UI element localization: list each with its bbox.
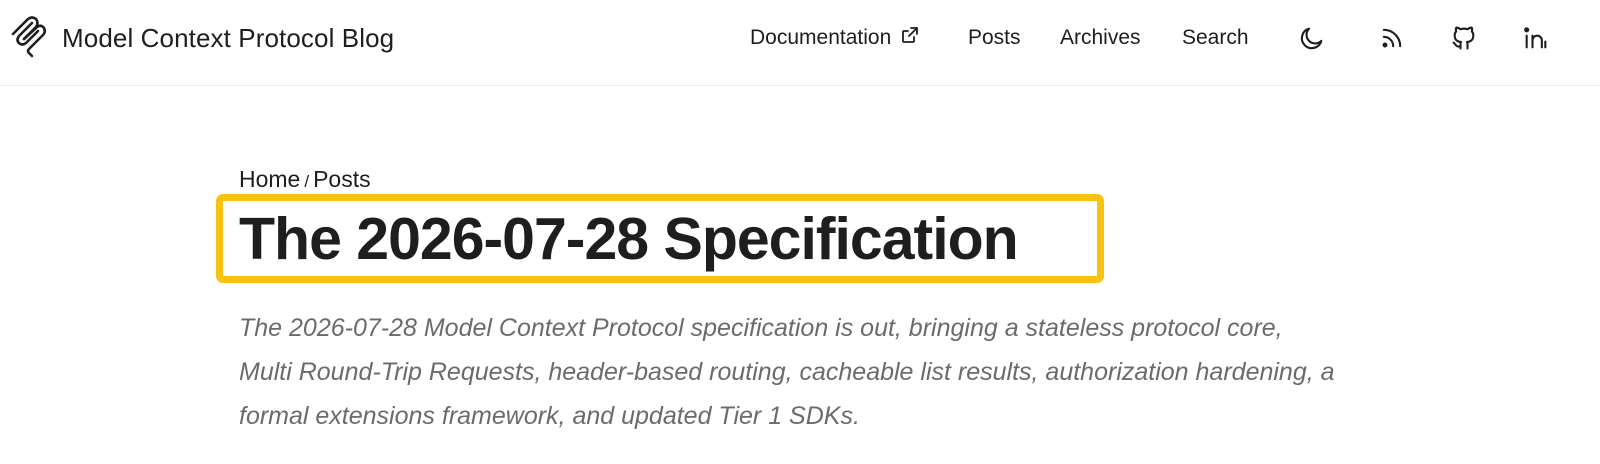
moon-icon	[1300, 27, 1323, 50]
post-description: The 2026-07-28 Model Context Protocol sp…	[239, 314, 1335, 430]
rss-icon	[1382, 28, 1402, 48]
nav-documentation-label: Documentation	[750, 26, 892, 49]
site-header: Model Context Protocol Blog Documentatio…	[0, 0, 1600, 86]
nav-search-link[interactable]: Search	[1182, 22, 1249, 54]
nav-documentation-link[interactable]: Documentation	[750, 22, 919, 54]
breadcrumb: Home / Posts	[239, 166, 371, 193]
breadcrumb-home-link[interactable]: Home	[239, 166, 300, 192]
breadcrumb-separator: /	[304, 172, 310, 191]
github-icon	[1452, 26, 1475, 50]
theme-toggle-button[interactable]	[1296, 22, 1328, 54]
nav-posts-link[interactable]: Posts	[968, 22, 1021, 54]
linkedin-icon	[1524, 27, 1547, 49]
main-nav: Documentation Posts Archives Search	[0, 22, 1600, 54]
nav-archives-link[interactable]: Archives	[1060, 22, 1141, 54]
page-title: The 2026-07-28 Specification	[239, 206, 1019, 272]
linkedin-link[interactable]	[1520, 22, 1552, 54]
rss-link[interactable]	[1376, 22, 1408, 54]
external-link-icon	[902, 27, 919, 43]
breadcrumb-posts-link[interactable]: Posts	[313, 166, 371, 192]
github-link[interactable]	[1448, 22, 1480, 54]
